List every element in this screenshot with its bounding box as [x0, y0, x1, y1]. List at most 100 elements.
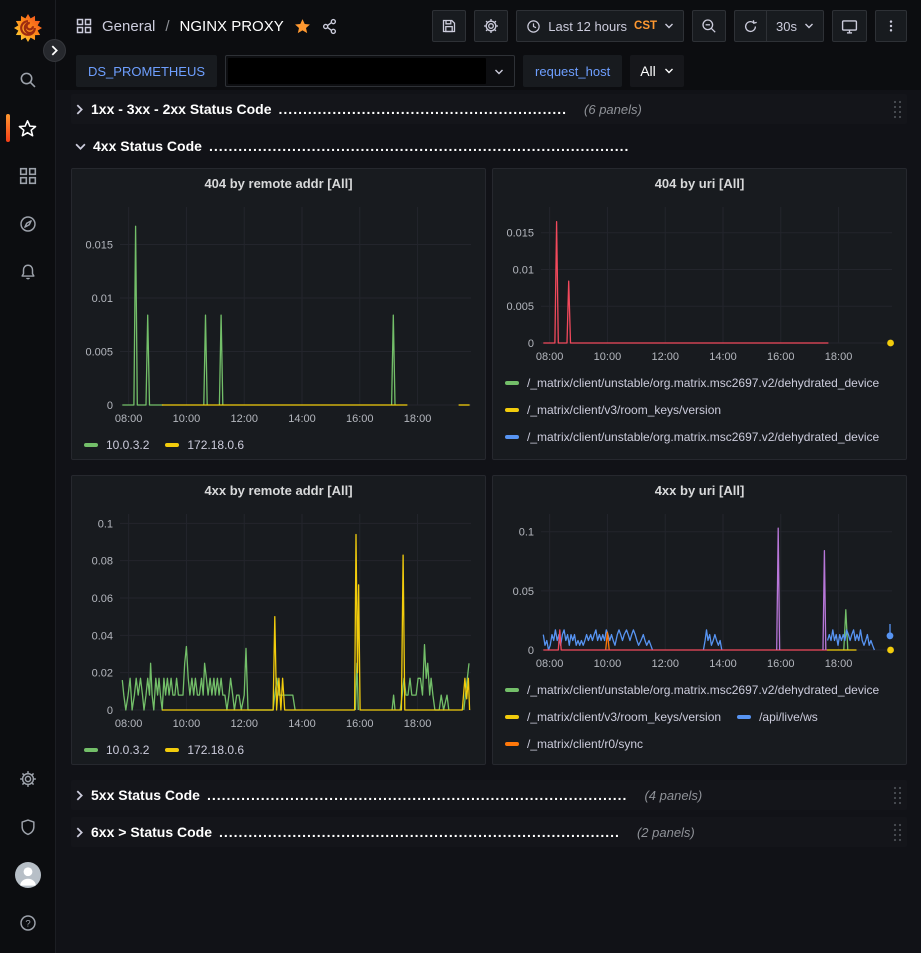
svg-text:0.005: 0.005	[506, 301, 534, 313]
timeseries-chart-404-by-uri[interactable]: 08:0010:0012:0014:0016:0018:0000.0050.01…	[501, 197, 900, 369]
row-drag-handle[interactable]	[891, 785, 903, 806]
svg-text:0.02: 0.02	[92, 668, 113, 680]
legend-series-marker	[165, 443, 179, 447]
svg-text:12:00: 12:00	[230, 413, 258, 425]
refresh-icon	[743, 19, 758, 34]
sidebar-expand-button[interactable]	[43, 39, 66, 62]
variable-value-request-host[interactable]: All	[630, 55, 684, 87]
dashboard-settings-button[interactable]	[474, 10, 508, 42]
zoom-out-time-button[interactable]	[692, 10, 726, 42]
chevron-down-icon	[486, 64, 512, 79]
svg-text:18:00: 18:00	[825, 351, 853, 363]
svg-text:16:00: 16:00	[346, 718, 374, 730]
timeseries-chart-4xx-by-uri[interactable]: 08:0010:0012:0014:0016:0018:0000.050.1	[501, 504, 900, 676]
svg-text:14:00: 14:00	[709, 658, 737, 670]
legend-item[interactable]: 172.18.0.6	[165, 736, 244, 763]
legend-series-marker	[505, 381, 519, 385]
legend-item[interactable]: /_matrix/client/unstable/org.matrix.msc2…	[505, 676, 879, 703]
svg-text:16:00: 16:00	[767, 351, 795, 363]
variable-label-request-host: request_host	[523, 55, 622, 87]
legend-item[interactable]: 172.18.0.6	[165, 431, 244, 458]
compass-icon	[19, 215, 37, 233]
breadcrumb-folder[interactable]: General	[102, 18, 155, 35]
legend-item[interactable]: /_matrix/client/unstable/org.matrix.msc2…	[505, 423, 879, 450]
panel-title[interactable]: 404 by remote addr [All]	[80, 169, 477, 197]
row-title-dots: ........................................…	[207, 787, 628, 803]
legend-item[interactable]: /_matrix/client/r0/sync	[505, 730, 643, 757]
legend-item[interactable]: /_matrix/client/unstable/org.matrix.msc2…	[505, 369, 879, 396]
legend-item[interactable]: 10.0.3.2	[84, 736, 149, 763]
sidebar-item-starred[interactable]	[0, 104, 55, 152]
refresh-dashboard-button[interactable]	[734, 10, 766, 42]
chevron-right-icon	[75, 790, 84, 801]
sidebar-item-help[interactable]: ?	[0, 899, 55, 947]
legend-item[interactable]: /sw.js	[737, 450, 788, 460]
row-4xx-status-code[interactable]: 4xx Status Code ........................…	[71, 131, 907, 161]
row-drag-handle[interactable]	[891, 99, 903, 120]
svg-text:08:00: 08:00	[536, 658, 564, 670]
star-icon	[18, 119, 37, 138]
timeseries-chart-4xx-by-remote-addr[interactable]: 08:0010:0012:0014:0016:0018:0000.020.040…	[80, 504, 479, 736]
favorite-star-icon[interactable]	[294, 18, 311, 35]
legend-series-marker	[505, 408, 519, 412]
svg-text:12:00: 12:00	[651, 658, 679, 670]
legend-item[interactable]: 10.0.3.2	[84, 431, 149, 458]
legend-item[interactable]: /_matrix/client/unstable/org.matrix.msc2…	[505, 757, 879, 765]
time-range-picker[interactable]: Last 12 hours CST	[516, 10, 684, 42]
refresh-interval-picker[interactable]: 30s	[766, 10, 824, 42]
legend-series-marker	[505, 435, 519, 439]
timeseries-chart-404-by-remote-addr[interactable]: 08:0010:0012:0014:0016:0018:0000.0050.01…	[80, 197, 479, 431]
panel-grid-row-1: 404 by remote addr [All] 08:0010:0012:00…	[71, 168, 907, 460]
row-drag-handle[interactable]	[891, 822, 903, 843]
dashboard-title[interactable]: NGINX PROXY	[180, 18, 284, 35]
legend-series-label: 10.0.3.2	[106, 438, 149, 452]
chevron-down-icon	[804, 22, 814, 30]
svg-text:0.05: 0.05	[513, 586, 534, 598]
svg-text:12:00: 12:00	[230, 718, 258, 730]
legend-series-label: /_matrix/client/v3/room_keys/version	[527, 710, 721, 724]
share-icon[interactable]	[321, 18, 338, 35]
legend-series-marker	[84, 748, 98, 752]
row-5xx-status-code[interactable]: 5xx Status Code ........................…	[71, 780, 907, 810]
sidebar-item-dashboards[interactable]	[0, 152, 55, 200]
legend-item[interactable]: /_matrix/client/v3/room_keys/version	[505, 703, 721, 730]
kiosk-mode-button[interactable]	[832, 10, 867, 42]
svg-text:18:00: 18:00	[404, 718, 432, 730]
sidebar-item-search[interactable]	[0, 56, 55, 104]
clock-icon	[526, 19, 541, 34]
breadcrumb-divider: /	[165, 18, 169, 35]
svg-text:10:00: 10:00	[594, 351, 622, 363]
panel-404-by-remote-addr: 404 by remote addr [All] 08:0010:0012:00…	[71, 168, 486, 460]
main-area: General / NGINX PROXY	[56, 0, 921, 953]
row-6xx-status-code[interactable]: 6xx > Status Code ......................…	[71, 817, 907, 847]
legend-item[interactable]: /_matrix/client/v3/room_keys/version	[505, 396, 721, 423]
legend-item[interactable]: /_matrix/client/v3/room_keys/version	[505, 450, 721, 460]
svg-text:14:00: 14:00	[288, 718, 316, 730]
sidebar-item-configuration[interactable]	[0, 755, 55, 803]
sidebar-bottom-group: ?	[0, 755, 55, 953]
dashboard-body: 1xx - 3xx - 2xx Status Code ............…	[56, 90, 921, 953]
svg-text:0.1: 0.1	[98, 518, 113, 530]
sidebar-item-server-admin[interactable]	[0, 803, 55, 851]
svg-text:0.04: 0.04	[92, 630, 113, 642]
svg-text:0: 0	[107, 400, 113, 412]
panel-title[interactable]: 4xx by remote addr [All]	[80, 476, 477, 504]
row-title: 4xx Status Code	[93, 138, 202, 154]
legend-item[interactable]: /api/live/ws	[737, 703, 818, 730]
variable-value-ds-prometheus[interactable]	[225, 55, 515, 87]
toolbar-actions: Last 12 hours CST	[432, 10, 907, 42]
sidebar-item-profile[interactable]	[0, 851, 55, 899]
legend-series-label: /_matrix/client/unstable/org.matrix.msc2…	[527, 683, 879, 697]
panel-title[interactable]: 4xx by uri [All]	[501, 476, 898, 504]
sidebar-item-alerting[interactable]	[0, 248, 55, 296]
gear-icon	[19, 770, 37, 788]
sidebar-item-explore[interactable]	[0, 200, 55, 248]
dashboard-toolbar: General / NGINX PROXY	[56, 0, 921, 52]
panel-title[interactable]: 404 by uri [All]	[501, 169, 898, 197]
more-options-button[interactable]	[875, 10, 907, 42]
apps-grid-icon[interactable]	[76, 18, 92, 34]
svg-text:08:00: 08:00	[115, 718, 143, 730]
svg-text:0.01: 0.01	[92, 293, 113, 305]
row-1xx-3xx-2xx-status-code[interactable]: 1xx - 3xx - 2xx Status Code ............…	[71, 94, 907, 124]
save-dashboard-button[interactable]	[432, 10, 466, 42]
